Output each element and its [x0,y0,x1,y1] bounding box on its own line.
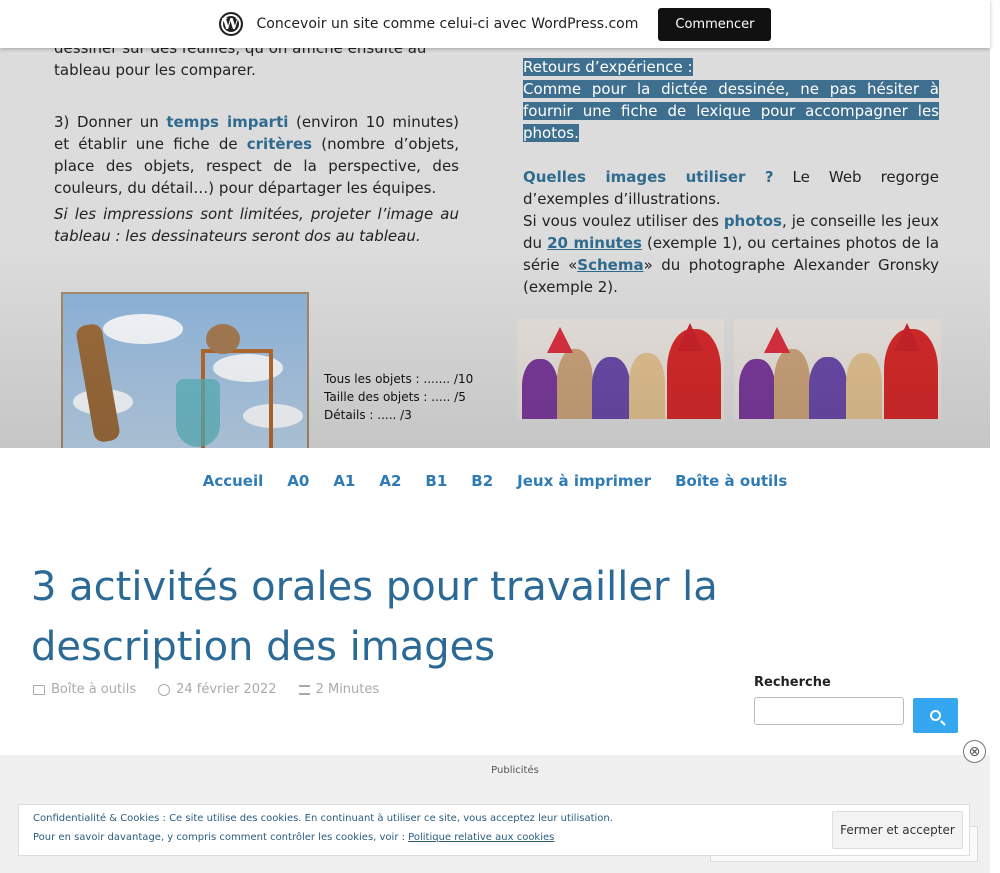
search-label: Recherche [754,675,831,690]
header-right-paragraph: Si vous voulez utiliser des photos, je c… [523,212,940,296]
header-right-selected-2: Comme pour la dictée dessinée, ne pas hé… [523,80,939,142]
folder-icon [33,684,45,695]
accept-cookies-button[interactable]: Fermer et accepter [832,811,963,849]
costume-photo-2 [734,319,941,419]
header-left-line1: tableau pour les comparer. [54,61,256,79]
header-image: dessiner sur des feuilles, qu’on affiche… [0,48,990,448]
nav-item-a2[interactable]: A2 [379,472,401,490]
clock-icon [158,683,171,696]
header-left-paragraph-2: 3) Donner un temps imparti (environ 10 m… [54,113,459,197]
scoring-criteria: Tous les objets : ....... /10 Taille des… [324,370,473,424]
wordpress-logo-icon[interactable]: W [218,12,243,36]
post-date[interactable]: 24 février 2022 [176,682,276,697]
search-icon [930,710,941,721]
close-ad-icon[interactable]: ⊗ [963,740,986,763]
post-meta: Boîte à outils 24 février 2022 2 Minutes [33,682,379,697]
cookie-text-1: Confidentialité & Cookies : Ce site util… [33,813,613,824]
score-line: Taille des objets : ..... /5 [324,390,466,404]
nav-item-b1[interactable]: B1 [425,472,447,490]
header-right-column: Retours d’expérience : Comme pour la dic… [523,56,939,298]
wordpress-promo-text[interactable]: Concevoir un site comme celui-ci avec Wo… [257,16,639,32]
post-title[interactable]: 3 activités orales pour travailler la de… [31,557,731,677]
main-navigation: Accueil A0 A1 A2 B1 B2 Jeux à imprimer B… [0,472,990,490]
search-button[interactable] [913,698,958,733]
header-left-line0: dessiner sur des feuilles, qu’on affiche… [54,48,427,57]
cookie-policy-link[interactable]: Politique relative aux cookies [408,832,554,843]
cookie-banner: Confidentialité & Cookies : Ce site util… [18,804,970,856]
start-button[interactable]: Commencer [658,7,772,41]
nav-item-jeux[interactable]: Jeux à imprimer [517,472,651,490]
post-category[interactable]: Boîte à outils [51,682,136,697]
score-line: Tous les objets : ....... /10 [324,372,474,386]
header-right-selected-1: Retours d’expérience : [523,58,693,76]
nav-item-boite[interactable]: Boîte à outils [675,472,787,490]
nav-item-a1[interactable]: A1 [333,472,355,490]
nav-item-a0[interactable]: A0 [287,472,309,490]
header-left-column: dessiner sur des feuilles, qu’on affiche… [54,48,459,247]
nav-item-b2[interactable]: B2 [471,472,493,490]
post-reading-time: 2 Minutes [315,682,380,697]
cookie-text-2: Pour en savoir davantage, y compris comm… [33,832,555,843]
surrealist-painting-image [61,292,309,448]
nav-item-accueil[interactable]: Accueil [203,472,264,490]
header-right-question: Quelles images utiliser ? Le Web regorge… [523,168,939,208]
score-line: Détails : ..... /3 [324,408,412,422]
reading-time-icon [298,684,310,695]
search-input[interactable] [754,697,904,725]
costume-photo-1 [517,319,724,419]
header-left-paragraph-3: Si les impressions sont limitées, projet… [54,205,459,245]
ads-label: Publicités [491,765,539,776]
wordpress-promo-bar: W Concevoir un site comme celui-ci avec … [0,0,990,48]
